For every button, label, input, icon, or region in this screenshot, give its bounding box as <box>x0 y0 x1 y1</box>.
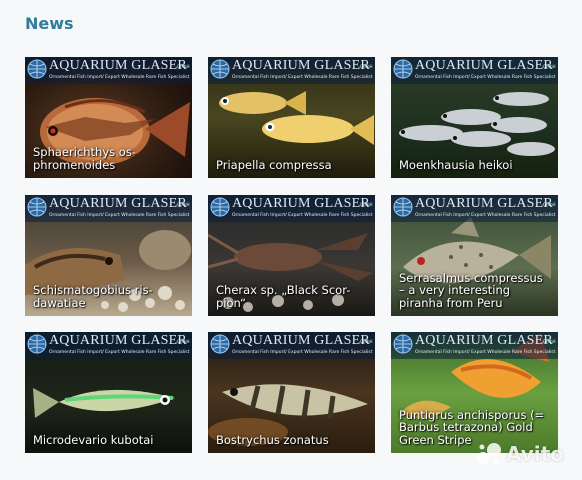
brand-suffix: GmbH <box>360 339 373 344</box>
news-card-title: Priapella compressa <box>216 157 369 172</box>
brand-suffix: GmbH <box>543 202 556 207</box>
caption-line: phromenoides <box>33 157 116 172</box>
brand-tagline: Ornamental Fish Import/ Export Wholesale… <box>49 213 190 218</box>
brand-suffix: GmbH <box>177 202 190 207</box>
section-title: News <box>25 14 74 33</box>
brand-suffix: GmbH <box>177 64 190 69</box>
brand-name: AQUARIUM GLASER <box>415 58 553 73</box>
caption-line: – a very interesting <box>399 283 511 297</box>
news-card-title: Sphaerichthys os-phromenoides <box>33 146 186 171</box>
brand-banner: AQUARIUM GLASER GmbH Ornamental Fish Imp… <box>208 195 375 222</box>
brand-banner: AQUARIUM GLASER GmbH Ornamental Fish Imp… <box>208 57 375 84</box>
brand-name: AQUARIUM GLASER <box>232 196 370 211</box>
caption-line: Bostrychus zonatus <box>216 432 329 447</box>
news-card[interactable]: AQUARIUM GLASER GmbH Ornamental Fish Imp… <box>208 332 375 453</box>
news-card-title: Schismatogobius ris-dawatiae <box>33 284 186 309</box>
brand-tagline: Ornamental Fish Import/ Export Wholesale… <box>415 75 556 80</box>
brand-suffix: GmbH <box>360 64 373 69</box>
globe-logo-icon <box>393 334 413 354</box>
caption-line: Sphaerichthys os- <box>33 145 136 159</box>
brand-suffix: GmbH <box>177 339 190 344</box>
watermark-text: Avito <box>506 442 564 466</box>
news-card-title: Serrasalmus compressus – a very interesti… <box>399 271 552 310</box>
globe-logo-icon <box>393 59 413 79</box>
brand-name: AQUARIUM GLASER <box>232 58 370 73</box>
globe-logo-icon <box>210 197 230 217</box>
brand-tagline: Ornamental Fish Import/ Export Wholesale… <box>49 75 190 80</box>
brand-name: AQUARIUM GLASER <box>49 196 187 211</box>
news-card[interactable]: AQUARIUM GLASER GmbH Ornamental Fish Imp… <box>391 332 558 453</box>
globe-logo-icon <box>27 197 47 217</box>
globe-logo-icon <box>210 334 230 354</box>
brand-banner: AQUARIUM GLASER GmbH Ornamental Fish Imp… <box>208 332 375 359</box>
news-card[interactable]: AQUARIUM GLASER GmbH Ornamental Fish Imp… <box>391 195 558 316</box>
brand-banner: AQUARIUM GLASER GmbH Ornamental Fish Imp… <box>25 57 192 84</box>
news-card[interactable]: AQUARIUM GLASER GmbH Ornamental Fish Imp… <box>25 332 192 453</box>
globe-logo-icon <box>27 59 47 79</box>
brand-suffix: GmbH <box>543 64 556 69</box>
brand-suffix: GmbH <box>543 339 556 344</box>
brand-name: AQUARIUM GLASER <box>49 58 187 73</box>
brand-banner: AQUARIUM GLASER GmbH Ornamental Fish Imp… <box>25 195 192 222</box>
news-card-title: Microdevario kubotai <box>33 432 186 447</box>
brand-banner: AQUARIUM GLASER GmbH Ornamental Fish Imp… <box>391 57 558 84</box>
news-card[interactable]: AQUARIUM GLASER GmbH Ornamental Fish Imp… <box>25 195 192 316</box>
globe-logo-icon <box>210 59 230 79</box>
news-card-title: Cherax sp. „Black Scor-pion“ <box>216 284 369 309</box>
caption-line: Priapella compressa <box>216 157 332 172</box>
caption-line: dawatiae <box>33 295 86 310</box>
caption-line: piranha from Peru <box>399 295 503 310</box>
brand-tagline: Ornamental Fish Import/ Export Wholesale… <box>415 350 556 355</box>
news-card-title: Moenkhausia heikoi <box>399 157 552 172</box>
brand-banner: AQUARIUM GLASER GmbH Ornamental Fish Imp… <box>25 332 192 359</box>
caption-line: Barbus tetrazona) Gold <box>399 420 533 434</box>
caption-line: Microdevario kubotai <box>33 432 154 447</box>
avito-watermark: Avito <box>476 441 576 469</box>
globe-logo-icon <box>393 197 413 217</box>
news-grid: AQUARIUM GLASER GmbH Ornamental Fish Imp… <box>25 57 558 453</box>
news-card[interactable]: AQUARIUM GLASER GmbH Ornamental Fish Imp… <box>25 57 192 178</box>
brand-name: AQUARIUM GLASER <box>415 196 553 211</box>
caption-line: Moenkhausia heikoi <box>399 157 513 172</box>
brand-banner: AQUARIUM GLASER GmbH Ornamental Fish Imp… <box>391 195 558 222</box>
news-card[interactable]: AQUARIUM GLASER GmbH Ornamental Fish Imp… <box>391 57 558 178</box>
brand-banner: AQUARIUM GLASER GmbH Ornamental Fish Imp… <box>391 332 558 359</box>
brand-tagline: Ornamental Fish Import/ Export Wholesale… <box>415 213 556 218</box>
brand-tagline: Ornamental Fish Import/ Export Wholesale… <box>232 213 373 218</box>
brand-name: AQUARIUM GLASER <box>49 333 187 348</box>
brand-tagline: Ornamental Fish Import/ Export Wholesale… <box>232 75 373 80</box>
brand-name: AQUARIUM GLASER <box>415 333 553 348</box>
avito-logo-icon <box>477 443 501 466</box>
caption-line: Cherax sp. „Black Scor- <box>216 283 351 297</box>
caption-line: Schismatogobius ris- <box>33 283 153 297</box>
brand-tagline: Ornamental Fish Import/ Export Wholesale… <box>49 350 190 355</box>
caption-line: pion“ <box>216 295 246 310</box>
news-card[interactable]: AQUARIUM GLASER GmbH Ornamental Fish Imp… <box>208 57 375 178</box>
news-card[interactable]: AQUARIUM GLASER GmbH Ornamental Fish Imp… <box>208 195 375 316</box>
globe-logo-icon <box>27 334 47 354</box>
brand-tagline: Ornamental Fish Import/ Export Wholesale… <box>232 350 373 355</box>
brand-name: AQUARIUM GLASER <box>232 333 370 348</box>
news-card-title: Bostrychus zonatus <box>216 432 369 447</box>
brand-suffix: GmbH <box>360 202 373 207</box>
